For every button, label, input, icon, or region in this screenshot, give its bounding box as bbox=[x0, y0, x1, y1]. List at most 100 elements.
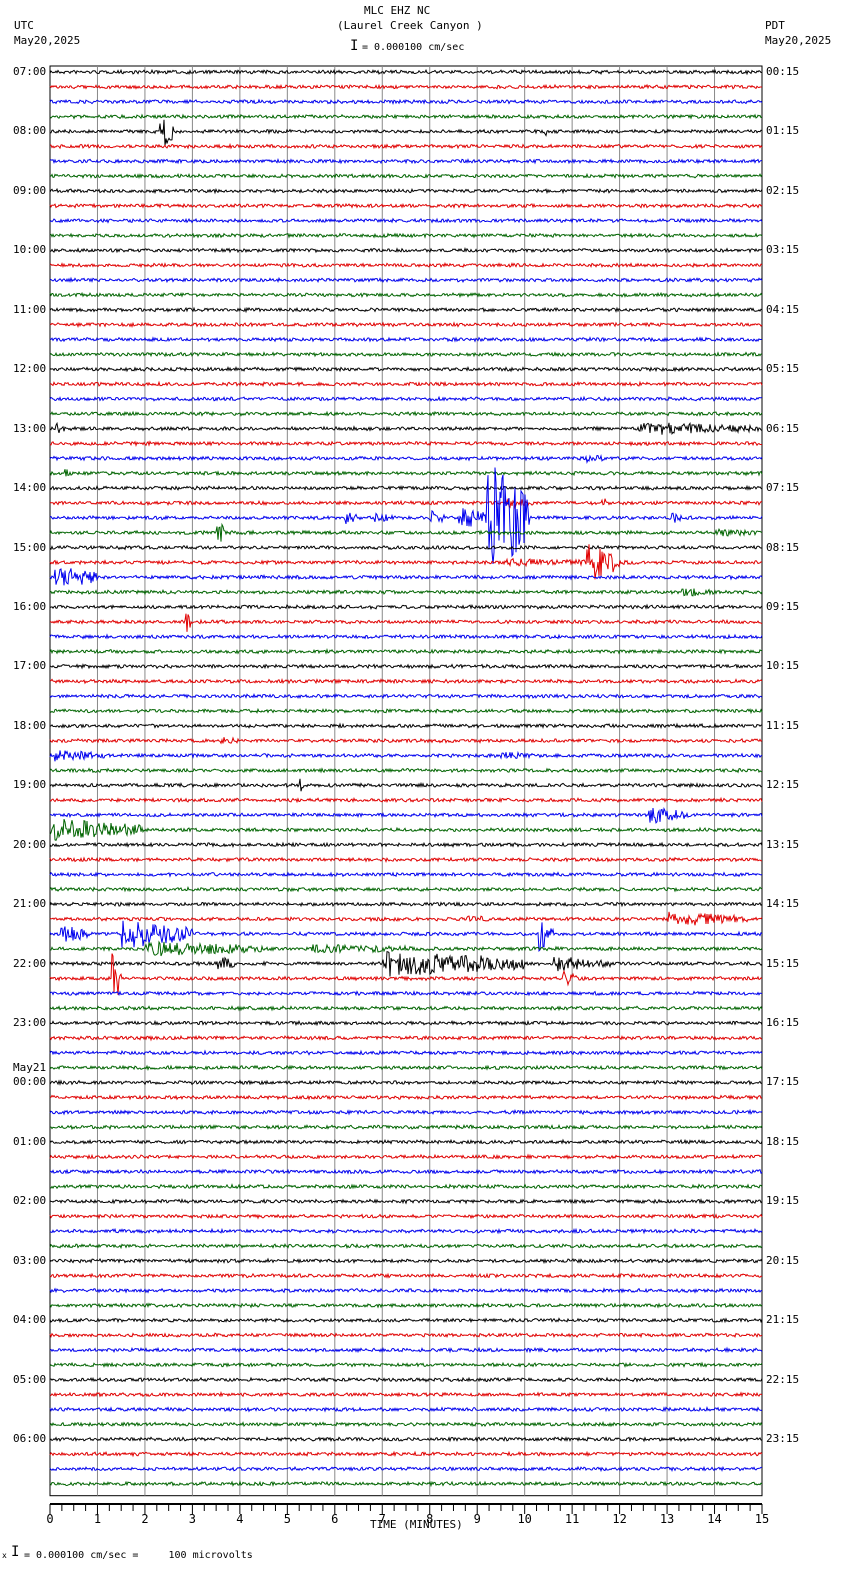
pdt-hour-label: 13:15 bbox=[766, 837, 800, 851]
seismic-trace bbox=[49, 351, 763, 358]
seismic-trace bbox=[49, 603, 763, 610]
utc-hour-label: 01:00 bbox=[13, 1134, 47, 1148]
seismic-trace bbox=[49, 613, 763, 632]
seismic-trace bbox=[49, 1198, 763, 1205]
seismic-trace bbox=[49, 306, 763, 314]
seismic-trace bbox=[49, 98, 763, 106]
x-tick-label: 12 bbox=[612, 1512, 626, 1526]
seismic-trace bbox=[49, 911, 763, 926]
utc-hour-label: 06:00 bbox=[13, 1432, 47, 1446]
seismic-trace bbox=[49, 336, 763, 343]
seismic-trace bbox=[49, 990, 762, 997]
utc-hour-label: 10:00 bbox=[13, 243, 47, 257]
pdt-hour-label: 16:15 bbox=[766, 1016, 800, 1030]
seismic-trace bbox=[49, 157, 763, 165]
date-change-label: May21 bbox=[13, 1061, 47, 1075]
seismic-trace bbox=[49, 901, 763, 908]
pdt-hour-label: 23:15 bbox=[766, 1432, 800, 1446]
seismic-trace bbox=[50, 940, 763, 957]
seismic-trace bbox=[49, 113, 763, 120]
utc-hour-label: 09:00 bbox=[13, 183, 47, 197]
x-tick-label: 4 bbox=[236, 1512, 243, 1526]
seismic-trace bbox=[49, 1361, 763, 1368]
utc-hour-label: 15:00 bbox=[13, 540, 47, 554]
seismic-trace bbox=[49, 1227, 763, 1235]
x-tick-label: 5 bbox=[284, 1512, 291, 1526]
seismic-trace bbox=[49, 1332, 763, 1339]
pdt-hour-label: 04:15 bbox=[766, 302, 800, 316]
pdt-hour-label: 19:15 bbox=[766, 1194, 800, 1208]
seismic-trace bbox=[49, 1168, 763, 1175]
seismic-trace bbox=[49, 663, 763, 670]
utc-hour-label: 16:00 bbox=[13, 599, 47, 613]
seismic-trace bbox=[49, 410, 763, 417]
pdt-hour-label: 02:15 bbox=[766, 183, 800, 197]
pdt-hour-label: 14:15 bbox=[766, 897, 800, 911]
seismic-trace bbox=[49, 750, 763, 762]
seismic-trace bbox=[49, 856, 763, 864]
seismic-trace bbox=[49, 633, 763, 640]
seismic-trace bbox=[49, 1465, 762, 1473]
utc-hour-label: 03:00 bbox=[13, 1253, 47, 1267]
seismic-trace bbox=[49, 172, 763, 180]
x-tick-label: 0 bbox=[46, 1512, 53, 1526]
seismic-trace bbox=[49, 291, 763, 299]
x-tick-label: 13 bbox=[660, 1512, 674, 1526]
seismic-trace bbox=[49, 796, 763, 804]
utc-hour-label: 07:00 bbox=[13, 65, 47, 78]
seismic-trace bbox=[49, 1094, 763, 1101]
x-tick-label: 10 bbox=[517, 1512, 531, 1526]
seismic-trace bbox=[49, 1287, 763, 1294]
utc-hour-label: 02:00 bbox=[13, 1194, 47, 1208]
utc-hour-label: 11:00 bbox=[13, 302, 47, 316]
utc-hour-label: 22:00 bbox=[13, 956, 47, 970]
x-tick-label: 2 bbox=[141, 1512, 148, 1526]
seismic-trace bbox=[49, 1123, 763, 1131]
seismic-trace bbox=[49, 1346, 763, 1354]
utc-hour-label: 14:00 bbox=[13, 481, 47, 495]
seismic-trace bbox=[49, 544, 763, 551]
seismic-trace bbox=[49, 380, 763, 388]
seismic-trace bbox=[49, 841, 763, 848]
seismic-trace bbox=[49, 1436, 763, 1443]
helicorder-page: MLC EHZ NC (Laurel Creek Canyon ) UTC Ma… bbox=[0, 0, 850, 1584]
seismic-trace bbox=[49, 1138, 763, 1145]
seismic-trace bbox=[49, 453, 763, 464]
seismic-trace bbox=[49, 1242, 763, 1250]
seismic-trace bbox=[49, 885, 763, 893]
seismic-trace bbox=[49, 1376, 763, 1383]
seismic-trace bbox=[49, 1480, 763, 1488]
seismic-trace bbox=[49, 1420, 763, 1428]
seismic-trace bbox=[49, 1391, 763, 1398]
seismic-trace bbox=[49, 871, 763, 878]
seismic-trace bbox=[49, 647, 763, 655]
utc-hour-label: 17:00 bbox=[13, 659, 47, 673]
seismic-trace bbox=[49, 1049, 763, 1056]
seismic-trace bbox=[49, 421, 763, 435]
x-tick-label: 3 bbox=[189, 1512, 196, 1526]
seismic-trace bbox=[49, 1108, 763, 1116]
seismic-trace bbox=[49, 246, 763, 254]
utc-hour-label: 18:00 bbox=[13, 718, 47, 732]
seismic-trace bbox=[49, 588, 763, 597]
seismic-trace bbox=[49, 68, 763, 76]
pdt-hour-label: 15:15 bbox=[766, 956, 800, 970]
pdt-hour-label: 01:15 bbox=[766, 124, 800, 138]
pdt-hour-label: 06:15 bbox=[766, 421, 800, 435]
seismic-trace bbox=[49, 1019, 763, 1027]
seismic-trace bbox=[49, 440, 763, 447]
seismic-trace bbox=[49, 522, 763, 542]
seismic-trace bbox=[49, 83, 763, 90]
x-tick-label: 6 bbox=[331, 1512, 338, 1526]
seismic-trace bbox=[49, 778, 763, 792]
seismic-trace bbox=[49, 142, 763, 150]
pdt-hour-label: 20:15 bbox=[766, 1253, 800, 1267]
utc-hour-label: 05:00 bbox=[13, 1372, 47, 1386]
seismic-trace bbox=[49, 202, 763, 209]
utc-hour-label: 08:00 bbox=[13, 124, 47, 138]
seismic-trace bbox=[49, 722, 763, 730]
pdt-hour-label: 12:15 bbox=[766, 778, 800, 792]
seismic-trace bbox=[49, 693, 763, 700]
utc-hour-label: 19:00 bbox=[13, 778, 47, 792]
seismic-trace bbox=[49, 232, 763, 239]
